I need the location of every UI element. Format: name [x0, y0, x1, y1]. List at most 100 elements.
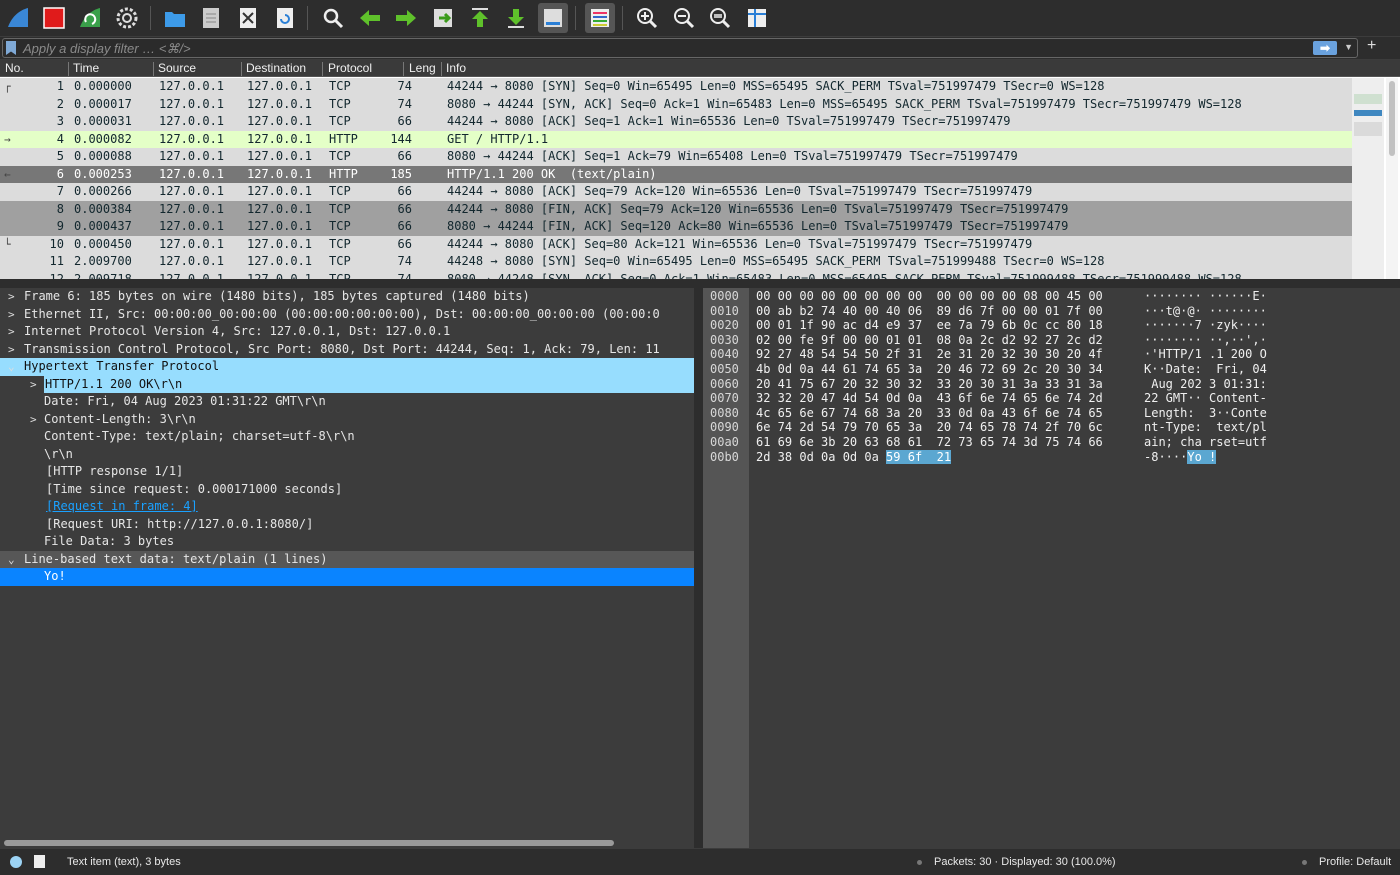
resize-columns-icon[interactable] — [742, 3, 772, 33]
chevron-right-icon[interactable]: > — [8, 288, 15, 306]
save-file-icon[interactable] — [196, 3, 226, 33]
go-last-icon[interactable] — [501, 3, 531, 33]
ascii-bytes[interactable]: ·'HTTP/1 .1 200 O — [1144, 347, 1267, 361]
packet-row[interactable]: └ 10 0.000450 127.0.0.1 127.0.0.1 TCP 66 44244 … — [0, 235, 1352, 253]
chevron-right-icon[interactable]: > — [8, 341, 15, 359]
detail-tree-item[interactable]: [Request URI: http://127.0.0.1:8080/] — [0, 516, 694, 534]
go-back-arrow-icon[interactable] — [355, 3, 385, 33]
detail-tree-item[interactable]: ⌄ Line-based text data: text/plain (1 lin… — [0, 550, 694, 569]
restart-fin-icon[interactable] — [75, 3, 105, 33]
chevron-right-icon[interactable]: > — [8, 306, 15, 324]
hex-bytes[interactable]: 2d 38 0d 0a 0d 0a — [756, 450, 886, 464]
detail-tree-item[interactable]: [HTTP response 1/1] — [0, 463, 694, 481]
ascii-bytes-highlight[interactable]: Yo ! — [1187, 449, 1217, 464]
status-profile[interactable]: Profile: Default — [1319, 856, 1391, 868]
chevron-right-icon[interactable]: > — [30, 376, 37, 394]
expert-info-icon[interactable] — [10, 856, 22, 868]
close-file-icon[interactable] — [233, 3, 263, 33]
detail-tree-item[interactable]: File Data: 3 bytes — [0, 533, 694, 551]
bytes-row[interactable]: 00b0 2d 38 0d 0a 0d 0a 59 6f 21 -8····Yo ! — [703, 449, 1400, 465]
hex-bytes[interactable]: 6e 74 2d 54 79 70 65 3a 20 74 65 78 74 2… — [756, 420, 1103, 434]
go-to-packet-icon[interactable] — [428, 3, 458, 33]
detail-tree-item[interactable]: > Content-Length: 3\r\n — [0, 411, 694, 429]
hex-bytes-highlight[interactable]: 59 6f 21 — [886, 449, 952, 464]
autoscroll-icon[interactable] — [538, 3, 568, 33]
bytes-row[interactable]: 0000 00 00 00 00 00 00 00 00 00 00 00 00 … — [703, 289, 1400, 304]
detail-tree-item[interactable]: > Ethernet II, Src: 00:00:00_00:00:00 (00… — [0, 306, 694, 324]
ascii-bytes[interactable]: K··Date: Fri, 04 — [1144, 362, 1267, 376]
display-filter-input[interactable]: Apply a display filter … <⌘/> ➡ ▼ — [2, 38, 1358, 58]
packet-row[interactable]: ┌ 1 0.000000 127.0.0.1 127.0.0.1 TCP 74 44244 →… — [0, 78, 1352, 96]
hex-bytes[interactable]: 00 01 1f 90 ac d4 e9 37 ee 7a 79 6b 0c c… — [756, 318, 1103, 332]
packet-row[interactable]: 8 0.000384 127.0.0.1 127.0.0.1 TCP 66 44244 → … — [0, 200, 1352, 218]
packet-row[interactable]: 11 2.009700 127.0.0.1 127.0.0.1 TCP 74 44248 →… — [0, 253, 1352, 271]
detail-tree-item[interactable]: ⌄ Hypertext Transfer Protocol — [0, 358, 694, 376]
chevron-right-icon[interactable]: > — [8, 323, 15, 341]
reload-icon[interactable] — [270, 3, 300, 33]
col-time[interactable]: Time — [73, 61, 99, 75]
ascii-bytes[interactable]: ain; cha rset=utf — [1144, 435, 1267, 449]
bytes-row[interactable]: 0030 02 00 fe 9f 00 00 01 01 08 0a 2c d2 … — [703, 333, 1400, 348]
zoom-in-icon[interactable] — [632, 3, 662, 33]
detail-tree-item[interactable]: Date: Fri, 04 Aug 2023 01:31:22 GMT\r\n — [0, 393, 694, 411]
col-destination[interactable]: Destination — [246, 61, 306, 75]
zoom-normal-icon[interactable] — [705, 3, 735, 33]
stop-square-icon[interactable] — [39, 3, 69, 33]
detail-tree-item[interactable]: Yo! — [0, 568, 694, 586]
detail-tree-item[interactable]: > Internet Protocol Version 4, Src: 127.0… — [0, 323, 694, 341]
vertical-splitter[interactable] — [694, 288, 703, 848]
packet-row[interactable]: ← 6 0.000253 127.0.0.1 127.0.0.1 HTTP 185 HTTP/… — [0, 165, 1352, 183]
bookmark-icon[interactable] — [6, 41, 16, 55]
hex-bytes[interactable]: 00 00 00 00 00 00 00 00 00 00 00 00 08 0… — [756, 289, 1103, 303]
detail-tree-item[interactable]: > HTTP/1.1 200 OK\r\n — [0, 375, 694, 394]
bytes-row[interactable]: 0010 00 ab b2 74 40 00 40 06 89 d6 7f 00 … — [703, 304, 1400, 319]
chevron-down-icon[interactable]: ⌄ — [8, 358, 15, 376]
packet-row[interactable]: 12 2.009718 127.0.0.1 127.0.0.1 TCP 74 8080 → … — [0, 270, 1352, 279]
packet-row[interactable]: 5 0.000088 127.0.0.1 127.0.0.1 TCP 66 8080 → 4… — [0, 148, 1352, 166]
packet-row[interactable]: 9 0.000437 127.0.0.1 127.0.0.1 TCP 66 8080 → 4… — [0, 218, 1352, 236]
apply-filter-button[interactable]: ➡ — [1313, 41, 1337, 55]
bytes-row[interactable]: 0080 4c 65 6e 67 74 68 3a 20 33 0d 0a 43 … — [703, 406, 1400, 421]
zoom-out-icon[interactable] — [669, 3, 699, 33]
bytes-row[interactable]: 0090 6e 74 2d 54 79 70 65 3a 20 74 65 78 … — [703, 420, 1400, 435]
ascii-bytes[interactable]: Aug 202 3 01:31: — [1144, 377, 1267, 391]
packet-minimap[interactable] — [1352, 78, 1384, 279]
packet-row[interactable]: 3 0.000031 127.0.0.1 127.0.0.1 TCP 66 44244 → … — [0, 113, 1352, 131]
packet-list-scrollbar[interactable] — [1386, 78, 1398, 279]
colorize-icon[interactable] — [585, 3, 615, 33]
ascii-bytes[interactable]: ···t@·@· ········ — [1144, 304, 1267, 318]
open-folder-icon[interactable] — [160, 3, 190, 33]
ascii-bytes[interactable]: nt-Type: text/pl — [1144, 420, 1267, 434]
ascii-bytes[interactable]: -8···· — [1144, 450, 1187, 464]
go-first-icon[interactable] — [465, 3, 495, 33]
details-hscrollbar[interactable] — [4, 840, 614, 846]
hex-bytes[interactable]: 92 27 48 54 54 50 2f 31 2e 31 20 32 30 3… — [756, 347, 1103, 361]
capture-comment-icon[interactable] — [34, 855, 45, 868]
add-filter-button[interactable]: + — [1367, 37, 1376, 55]
bytes-row[interactable]: 0050 4b 0d 0a 44 61 74 65 3a 20 46 72 69 … — [703, 362, 1400, 377]
hex-bytes[interactable]: 02 00 fe 9f 00 00 01 01 08 0a 2c d2 92 2… — [756, 333, 1103, 347]
chevron-down-icon[interactable]: ▼ — [1344, 42, 1353, 52]
col-source[interactable]: Source — [158, 61, 196, 75]
request-frame-link[interactable]: [Request in frame: 4] — [46, 498, 198, 516]
options-gear-icon[interactable] — [112, 3, 142, 33]
hex-bytes[interactable]: 4c 65 6e 67 74 68 3a 20 33 0d 0a 43 6f 6… — [756, 406, 1103, 420]
go-forward-arrow-icon[interactable] — [391, 3, 421, 33]
packet-row[interactable]: → 4 0.000082 127.0.0.1 127.0.0.1 HTTP 144 GET /… — [0, 130, 1352, 148]
bytes-row[interactable]: 0070 32 32 20 47 4d 54 0d 0a 43 6f 6e 74 … — [703, 391, 1400, 406]
bytes-row[interactable]: 0060 20 41 75 67 20 32 30 32 33 20 30 31 … — [703, 377, 1400, 392]
ascii-bytes[interactable]: ·······7 ·zyk···· — [1144, 318, 1267, 332]
hex-bytes[interactable]: 00 ab b2 74 40 00 40 06 89 d6 7f 00 00 0… — [756, 304, 1103, 318]
ascii-bytes[interactable]: 22 GMT·· Content- — [1144, 391, 1267, 405]
bytes-row[interactable]: 0020 00 01 1f 90 ac d4 e9 37 ee 7a 79 6b … — [703, 318, 1400, 333]
chevron-right-icon[interactable]: > — [30, 411, 37, 429]
hex-bytes[interactable]: 4b 0d 0a 44 61 74 65 3a 20 46 72 69 2c 2… — [756, 362, 1103, 376]
detail-tree-item[interactable]: > Frame 6: 185 bytes on wire (1480 bits),… — [0, 288, 694, 306]
detail-tree-item[interactable]: > Transmission Control Protocol, Src Port… — [0, 341, 694, 359]
detail-tree-item[interactable]: \r\n — [0, 446, 694, 464]
ascii-bytes[interactable]: ········ ··,··',· — [1144, 333, 1267, 347]
col-no[interactable]: No. — [5, 61, 24, 75]
bytes-row[interactable]: 00a0 61 69 6e 3b 20 63 68 61 72 73 65 74 … — [703, 435, 1400, 450]
chevron-down-icon[interactable]: ⌄ — [8, 551, 15, 569]
bytes-row[interactable]: 0040 92 27 48 54 54 50 2f 31 2e 31 20 32 … — [703, 347, 1400, 362]
